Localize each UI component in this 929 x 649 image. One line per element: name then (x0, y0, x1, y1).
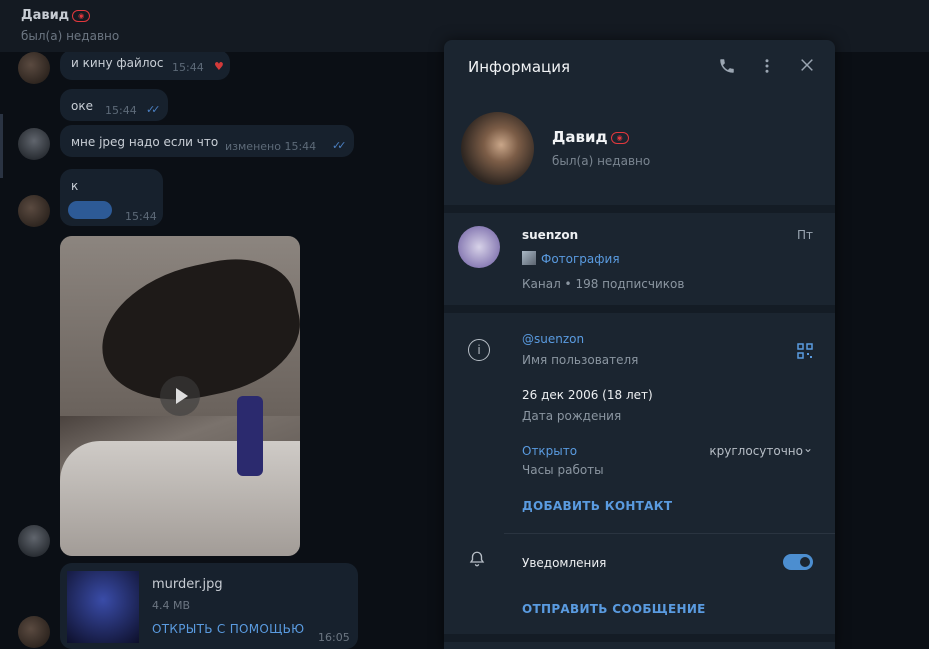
message-bubble[interactable]: оке 15:44 ✓✓ (60, 89, 168, 121)
open-with-button[interactable]: ОТКРЫТЬ С ПОМОЩЬЮ (152, 622, 304, 636)
notifications-toggle[interactable] (783, 554, 813, 570)
channel-name: suenzon (522, 228, 579, 242)
message-bubble[interactable]: и кину файлос 15:44 ♥ (60, 52, 230, 80)
avatar[interactable] (18, 616, 50, 648)
notifications-label: Уведомления (522, 556, 607, 570)
message-time: 16:05 (318, 631, 350, 644)
message-time: 15:44 (172, 61, 204, 74)
channel-last-post: Фотография (522, 251, 620, 266)
avatar[interactable] (18, 52, 50, 84)
birthday-label: Дата рождения (522, 409, 622, 423)
heart-reaction-icon[interactable]: ♥ (214, 60, 224, 73)
custom-emoji-badge: ◉ (610, 131, 629, 144)
username-value[interactable]: @suenzon (522, 332, 584, 346)
message-text: оке (71, 99, 93, 113)
info-icon: i (468, 339, 490, 361)
info-panel-title: Информация (468, 58, 571, 76)
profile-name: Давид ◉ (552, 128, 629, 146)
notifications-section: Уведомления ОТПРАВИТЬ СООБЩЕНИЕ (444, 534, 835, 634)
message-bubble[interactable]: мне jpeg надо если что изменено 15:44 ✓✓ (60, 125, 354, 157)
add-contact-button[interactable]: ДОБАВИТЬ КОНТАКТ (522, 499, 672, 513)
section-separator (444, 634, 835, 642)
phone-icon[interactable] (716, 57, 738, 79)
video-bottle (237, 396, 263, 476)
business-hours-label: Часы работы (522, 463, 604, 477)
section-separator (444, 305, 835, 313)
message-bubble[interactable]: к 15:44 (60, 169, 163, 226)
chat-status: был(а) недавно (21, 29, 120, 43)
file-size: 4.4 MB (152, 599, 191, 612)
business-hours-value[interactable]: круглосуточно (709, 444, 803, 458)
send-message-button[interactable]: ОТПРАВИТЬ СООБЩЕНИЕ (522, 602, 706, 616)
personal-channel[interactable]: suenzon Пт Фотография Канал • 198 подпис… (444, 213, 835, 305)
channel-last-post-day: Пт (796, 228, 813, 242)
profile-status: был(а) недавно (552, 154, 651, 168)
profile-avatar[interactable] (461, 112, 534, 185)
video-message[interactable] (60, 236, 300, 556)
avatar[interactable] (18, 195, 50, 227)
play-icon[interactable] (160, 376, 200, 416)
info-details: i @suenzon Имя пользователя 26 дек 2006 … (444, 313, 835, 533)
panel-footer (444, 642, 835, 649)
section-separator (444, 205, 835, 213)
chevron-down-icon[interactable]: ⌄ (803, 441, 813, 455)
username-label: Имя пользователя (522, 353, 639, 367)
video-sink (60, 441, 300, 556)
message-time: 15:44 (125, 210, 157, 223)
channel-avatar[interactable] (458, 226, 500, 268)
message-time: 15:44 (105, 104, 137, 117)
read-checkmarks-icon: ✓✓ (146, 103, 161, 116)
channel-meta: Канал • 198 подписчиков (522, 277, 685, 291)
chat-title: Давид ◉ (21, 8, 91, 23)
message-text: и кину файлос (71, 56, 164, 70)
file-thumbnail[interactable] (67, 571, 139, 643)
qr-code-icon[interactable] (797, 343, 813, 359)
reaction-chip[interactable] (68, 201, 112, 219)
file-name: murder.jpg (152, 577, 223, 592)
read-checkmarks-icon: ✓✓ (332, 139, 347, 152)
profile-section: Давид ◉ был(а) недавно (444, 96, 835, 205)
photo-thumbnail-icon (522, 251, 536, 265)
business-hours-status[interactable]: Открыто (522, 444, 577, 458)
custom-emoji-badge: ◉ (72, 9, 91, 22)
birthday-value[interactable]: 26 дек 2006 (18 лет) (522, 388, 653, 402)
message-text: мне jpeg надо если что (71, 135, 219, 149)
message-time: изменено 15:44 (225, 140, 317, 153)
message-text: к (71, 179, 79, 193)
scroll-indicator (0, 114, 3, 178)
info-panel: Информация Давид ◉ был(а) недавно suenzon… (444, 40, 835, 649)
close-icon[interactable] (796, 57, 818, 79)
info-panel-header: Информация (444, 40, 835, 96)
avatar[interactable] (18, 128, 50, 160)
bell-icon (468, 550, 486, 572)
file-message[interactable]: murder.jpg 4.4 MB ОТКРЫТЬ С ПОМОЩЬЮ 16:0… (60, 563, 358, 649)
avatar[interactable] (18, 525, 50, 557)
more-vertical-icon[interactable] (756, 57, 778, 79)
